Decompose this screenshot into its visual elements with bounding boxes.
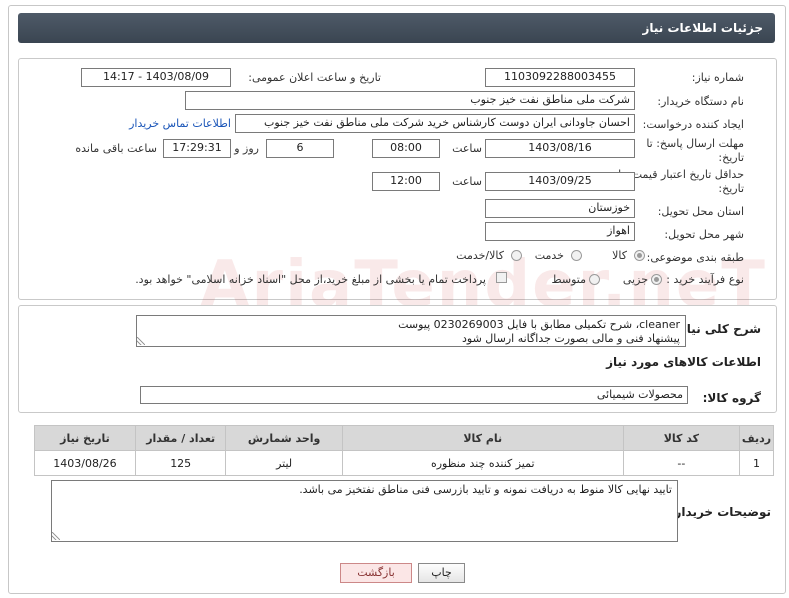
validity-time-field: 12:00: [372, 172, 440, 191]
cell-unit: لیتر: [225, 450, 343, 476]
table-header-row: ردیف کد کالا نام کالا واحد شمارش تعداد /…: [34, 425, 774, 451]
need-number-field: 1103092288003455: [485, 68, 635, 87]
city-label: شهر محل تحویل:: [664, 228, 744, 241]
treasury-payment-checkbox[interactable]: [496, 272, 507, 283]
goods-group-label: گروه کالا:: [702, 391, 761, 405]
cell-qty: 125: [134, 450, 227, 476]
category-goods-radio[interactable]: [634, 250, 645, 261]
deadline-time-label: ساعت: [452, 142, 482, 155]
buyer-notes-label: توضیحات خریدار:: [669, 505, 771, 519]
announce-field: 1403/08/09 - 14:17: [81, 68, 231, 87]
province-label: استان محل تحویل:: [657, 205, 744, 218]
deadline-label: مهلت ارسال پاسخ: تا: [646, 137, 744, 150]
validity-label-date: تاریخ:: [718, 182, 744, 195]
buyer-notes-textarea[interactable]: تایید نهایی کالا منوط به دریافت نمونه و …: [51, 480, 678, 542]
panel-header: جزئیات اطلاعات نیاز: [18, 13, 775, 43]
remaining-time-field: 17:29:31: [163, 139, 231, 158]
col-code: کد کالا: [622, 425, 741, 451]
col-unit: واحد شمارش: [225, 425, 343, 451]
category-goods-label: کالا: [612, 249, 627, 262]
payment-note: پرداخت تمام یا بخشی از مبلغ خرید،از محل …: [135, 273, 486, 286]
buyer-org-label: نام دستگاه خریدار:: [657, 95, 744, 108]
category-service-radio[interactable]: [571, 250, 582, 261]
cell-name: تمیز کننده چند منظوره: [341, 450, 624, 476]
process-minor-label: جزیی: [622, 273, 648, 286]
resize-handle-icon[interactable]: [137, 337, 145, 345]
print-button[interactable]: چاپ: [418, 563, 465, 583]
panel-title: جزئیات اطلاعات نیاز: [642, 21, 763, 35]
description-textarea[interactable]: cleaner، شرح تکمیلی مطابق با فایل 023026…: [136, 315, 686, 347]
city-field: اهواز: [485, 222, 635, 241]
category-label: طبقه بندی موضوعی:: [646, 251, 744, 264]
need-number-label: شماره نیاز:: [691, 71, 744, 84]
description-line-1: cleaner، شرح تکمیلی مطابق با فایل 023026…: [398, 318, 680, 331]
process-medium-label: متوسط: [551, 273, 586, 286]
creator-field: احسان جاودانی ایران دوست کارشناس خرید شر…: [235, 114, 635, 133]
validity-label: حداقل تاریخ اعتبار قیمت: تا: [618, 168, 744, 181]
validity-time-label: ساعت: [452, 175, 482, 188]
col-date: تاریخ نیاز: [34, 425, 136, 451]
process-medium-radio[interactable]: [589, 274, 600, 285]
col-qty: تعداد / مقدار: [134, 425, 227, 451]
description-line-2: پیشنهاد فنی و مالی بصورت جداگانه ارسال ش…: [462, 332, 680, 345]
cell-row: 1: [739, 450, 774, 476]
goods-table: ردیف کد کالا نام کالا واحد شمارش تعداد /…: [34, 425, 774, 476]
days-field: 6: [266, 139, 334, 158]
category-service-label: خدمت: [534, 249, 564, 262]
resize-handle-icon[interactable]: [52, 532, 60, 540]
days-label: روز و: [234, 142, 259, 155]
validity-date-field: 1403/09/25: [485, 172, 635, 191]
process-minor-radio[interactable]: [651, 274, 662, 285]
buyer-notes-text: تایید نهایی کالا منوط به دریافت نمونه و …: [299, 483, 672, 496]
col-name: نام کالا: [341, 425, 624, 451]
remaining-label: ساعت باقی مانده: [75, 142, 157, 155]
creator-label: ایجاد کننده درخواست:: [642, 118, 744, 131]
province-field: خوزستان: [485, 199, 635, 218]
cell-date: 1403/08/26: [34, 450, 136, 476]
deadline-date-field: 1403/08/16: [485, 139, 635, 158]
description-label: شرح کلی نیاز:: [675, 322, 761, 336]
col-row: ردیف: [739, 425, 774, 451]
back-button[interactable]: بازگشت: [340, 563, 412, 583]
process-label: نوع فرآیند خرید :: [666, 273, 744, 286]
buyer-org-field: شرکت ملی مناطق نفت خیز جنوب: [185, 91, 635, 110]
contact-buyer-link[interactable]: اطلاعات تماس خریدار: [129, 117, 231, 130]
announce-label: تاریخ و ساعت اعلان عمومی:: [248, 71, 381, 84]
goods-group-field: محصولات شیمیائی: [140, 386, 688, 404]
goods-section-title: اطلاعات کالاهای مورد نیاز: [606, 355, 761, 369]
category-goods-service-radio[interactable]: [511, 250, 522, 261]
category-goods-service-label: کالا/خدمت: [456, 249, 504, 262]
table-row: 1 -- تمیز کننده چند منظوره لیتر 125 1403…: [34, 450, 774, 476]
cell-code: --: [622, 450, 741, 476]
deadline-label-date: تاریخ:: [718, 151, 744, 164]
deadline-time-field: 08:00: [372, 139, 440, 158]
